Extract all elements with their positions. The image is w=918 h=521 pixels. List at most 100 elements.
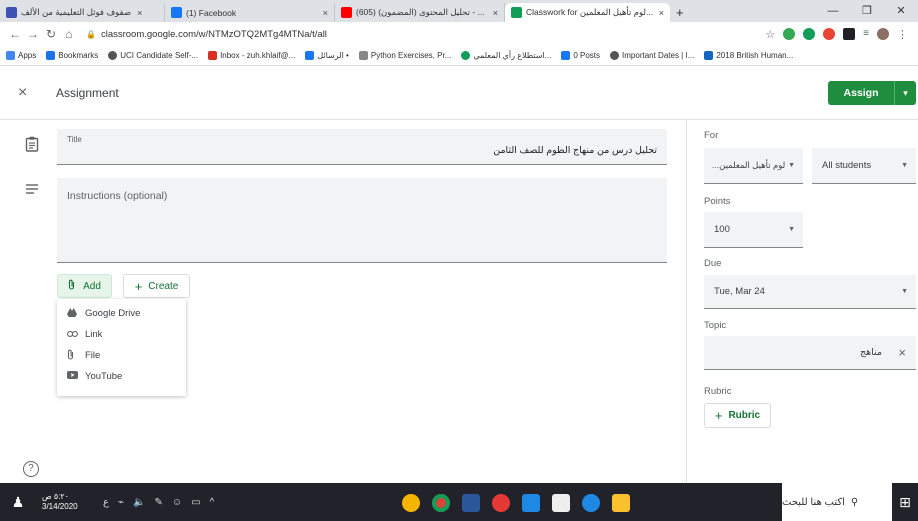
topic-select[interactable]: مناهج × <box>704 336 916 370</box>
close-tab-icon[interactable]: × <box>659 8 664 18</box>
close-tab-icon[interactable]: × <box>493 8 498 18</box>
bookmark-item[interactable]: Important Dates | I... <box>610 51 694 60</box>
address-bar: ← → ↻ ⌂ 🔒 classroom.google.com/w/NTMzOTQ… <box>0 22 918 46</box>
new-tab-button[interactable]: + <box>670 3 690 22</box>
plus-icon: + <box>134 278 143 294</box>
bookmark-item[interactable]: Python Exercises, Pr... <box>358 51 451 60</box>
chevron-down-icon: ▼ <box>788 162 795 169</box>
create-button[interactable]: + Create <box>123 274 190 298</box>
word-icon[interactable] <box>462 494 480 512</box>
bookmark-item[interactable]: Bookmarks <box>46 51 98 60</box>
browser-tab[interactable]: (605) تحليل المحتوى (المضمون) - ... × <box>335 3 505 22</box>
profile-avatar[interactable] <box>877 27 889 40</box>
battery-icon[interactable]: ▭ <box>191 497 200 508</box>
notes-icon <box>25 182 39 198</box>
bookmark-item[interactable]: الرسائل • <box>305 51 349 60</box>
mail-icon[interactable] <box>522 494 540 512</box>
user-icon[interactable]: ♟ <box>0 494 36 511</box>
browser-tab-active[interactable]: Classwork for لوم تأهيل المعلمين... × <box>505 3 670 22</box>
due-select[interactable]: Tue, Mar 24 ▼ <box>704 275 916 309</box>
extension-icon[interactable]: ≡ <box>863 28 869 41</box>
browser-tab[interactable]: (1) Facebook × <box>165 3 335 22</box>
menu-item-link[interactable]: Link <box>57 324 186 345</box>
search-placeholder: اكتب هنا للبحث <box>782 496 845 508</box>
paperclip-icon <box>67 349 85 363</box>
globe-icon <box>610 51 620 60</box>
facebook-icon <box>305 51 315 60</box>
store-icon[interactable] <box>552 494 570 512</box>
drive-icon <box>67 307 85 320</box>
students-select[interactable]: All students ▼ <box>812 148 916 184</box>
link-icon <box>67 329 85 340</box>
youtube-icon <box>341 7 352 18</box>
chevron-down-icon[interactable]: ▾ <box>894 81 916 105</box>
taskbar-clock[interactable]: ٥:٢٠ ص 3/14/2020 <box>42 492 97 512</box>
assign-button[interactable]: Assign ▾ <box>828 81 916 105</box>
bookmark-item[interactable]: Inbox - zuh.khlaif@... <box>208 51 295 60</box>
menu-item-google-drive[interactable]: Google Drive <box>57 303 186 324</box>
bookmark-item[interactable]: 0 Posts <box>561 51 600 60</box>
url-field[interactable]: 🔒 classroom.google.com/w/NTMzOTQ2MTg4MTN… <box>86 29 765 40</box>
close-icon[interactable]: × <box>18 84 27 102</box>
chevron-up-icon[interactable]: ^ <box>210 497 215 508</box>
url-text: classroom.google.com/w/NTMzOTQ2MTg4MTNa/… <box>100 28 327 40</box>
bookmarks-bar: Apps Bookmarks UCI Candidate Self-... In… <box>0 46 918 66</box>
pen-icon[interactable]: ✎ <box>154 497 162 508</box>
lock-icon: 🔒 <box>86 29 96 39</box>
bookmark-item[interactable]: استطلاع رأي المعلمي... <box>461 51 551 60</box>
extension-icon[interactable] <box>843 27 856 40</box>
extension-icon[interactable] <box>783 27 796 40</box>
tab-label: Classwork for لوم تأهيل المعلمين... <box>526 7 654 17</box>
help-icon[interactable]: ? <box>23 461 39 477</box>
clock-date: 3/14/2020 <box>42 502 78 511</box>
add-rubric-button[interactable]: + Rubric <box>704 403 771 428</box>
close-tab-icon[interactable]: × <box>137 8 142 18</box>
add-button[interactable]: Add <box>57 274 112 298</box>
extension-icon[interactable] <box>823 27 836 40</box>
bookmark-item[interactable]: UCI Candidate Self-... <box>108 51 198 60</box>
class-select[interactable]: ...لوم تأهيل المعلمين ▼ <box>704 148 803 184</box>
back-icon[interactable]: ← <box>6 27 24 41</box>
home-icon[interactable]: ⌂ <box>60 27 78 41</box>
menu-item-youtube[interactable]: YouTube <box>57 366 186 387</box>
tab-label: صفوف فوثل التعليمية من الألف <box>21 7 132 17</box>
menu-dots-icon[interactable]: ⋮ <box>897 28 908 41</box>
clear-topic-icon[interactable]: × <box>898 345 906 360</box>
add-menu: Google Drive Link File YouTube <box>57 299 186 396</box>
minimize-icon[interactable]: — <box>816 0 850 22</box>
app-icon[interactable] <box>492 494 510 512</box>
youtube-icon <box>67 371 85 382</box>
points-value: 100 <box>714 224 730 235</box>
topic-label: Topic <box>704 320 727 331</box>
gmail-icon <box>208 51 218 60</box>
bookmark-item[interactable]: Apps <box>6 51 36 60</box>
restore-icon[interactable]: ❐ <box>850 0 884 22</box>
browser-tab[interactable]: صفوف فوثل التعليمية من الألف × <box>0 3 165 22</box>
people-icon[interactable]: ☺ <box>172 497 182 508</box>
forward-icon[interactable]: → <box>24 27 42 41</box>
close-tab-icon[interactable]: × <box>323 8 328 18</box>
star-icon[interactable]: ☆ <box>765 28 775 41</box>
file-explorer-icon[interactable] <box>612 494 630 512</box>
topic-value: مناهج <box>860 347 882 358</box>
bookmark-item[interactable]: 2018 British Human... <box>704 51 793 60</box>
menu-item-file[interactable]: File <box>57 345 186 366</box>
language-indicator[interactable]: ع <box>103 497 109 508</box>
windows-start-icon[interactable]: ⊞ <box>892 483 918 521</box>
close-window-icon[interactable]: ✕ <box>884 0 918 22</box>
taskbar-search[interactable]: ⚲ اكتب هنا للبحث <box>782 483 892 521</box>
instructions-field[interactable]: Instructions (optional) <box>57 178 667 263</box>
reload-icon[interactable]: ↻ <box>42 27 60 41</box>
class-value: ...لوم تأهيل المعلمين <box>712 160 786 170</box>
extension-icon[interactable] <box>803 27 816 40</box>
points-select[interactable]: 100 ▼ <box>704 212 803 248</box>
chrome-icon[interactable] <box>432 494 450 512</box>
title-field[interactable]: Title تحليل درس من منهاج الطوم للصف الثا… <box>57 129 667 165</box>
windows-taskbar: ♟ ٥:٢٠ ص 3/14/2020 ع ⌁ 🔈 ✎ ☺ ▭ ^ ⚲ اكتب … <box>0 483 918 521</box>
network-icon[interactable]: ⌁ <box>118 497 124 508</box>
volume-icon[interactable]: 🔈 <box>133 497 145 508</box>
create-label: Create <box>148 280 179 292</box>
edge-icon[interactable] <box>582 494 600 512</box>
maps-icon[interactable] <box>402 494 420 512</box>
extensions: ☆ ≡ ⋮ <box>765 27 908 41</box>
